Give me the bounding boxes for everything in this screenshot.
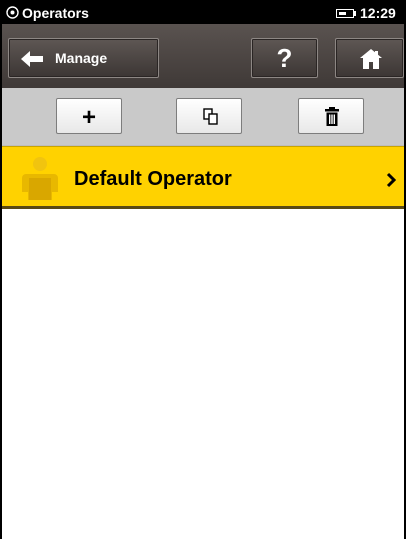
- top-toolbar: Manage ?: [2, 24, 404, 88]
- operator-list: Default Operator: [2, 146, 404, 209]
- chevron-right-icon: [386, 172, 396, 188]
- screen: Operators 12:29 Manage ? + Default Opera…: [0, 0, 406, 539]
- battery-icon: [336, 9, 354, 18]
- delete-operator-button[interactable]: [298, 98, 364, 134]
- home-icon: [360, 49, 382, 69]
- home-button[interactable]: [335, 38, 404, 78]
- add-label: +: [81, 104, 96, 131]
- action-bar: +: [2, 88, 404, 146]
- person-icon: [22, 157, 58, 200]
- battery-level: [339, 12, 346, 15]
- trash-icon: [325, 107, 339, 126]
- battery-cap: [354, 11, 356, 16]
- operator-item[interactable]: Default Operator: [2, 146, 404, 209]
- arrow-left-icon: [21, 51, 43, 67]
- manage-back-button[interactable]: Manage: [8, 38, 159, 78]
- app-icon: [6, 6, 19, 19]
- copy-operator-button[interactable]: [176, 98, 242, 134]
- help-label: ?: [276, 43, 293, 73]
- clock: 12:29: [360, 5, 396, 21]
- window-title: Operators: [22, 5, 89, 21]
- operator-name: Default Operator: [74, 168, 232, 190]
- copy-icon: [203, 108, 218, 125]
- status-bar: Operators 12:29: [2, 2, 404, 24]
- manage-label: Manage: [55, 50, 108, 66]
- add-operator-button[interactable]: +: [56, 98, 122, 134]
- help-button[interactable]: ?: [251, 38, 318, 78]
